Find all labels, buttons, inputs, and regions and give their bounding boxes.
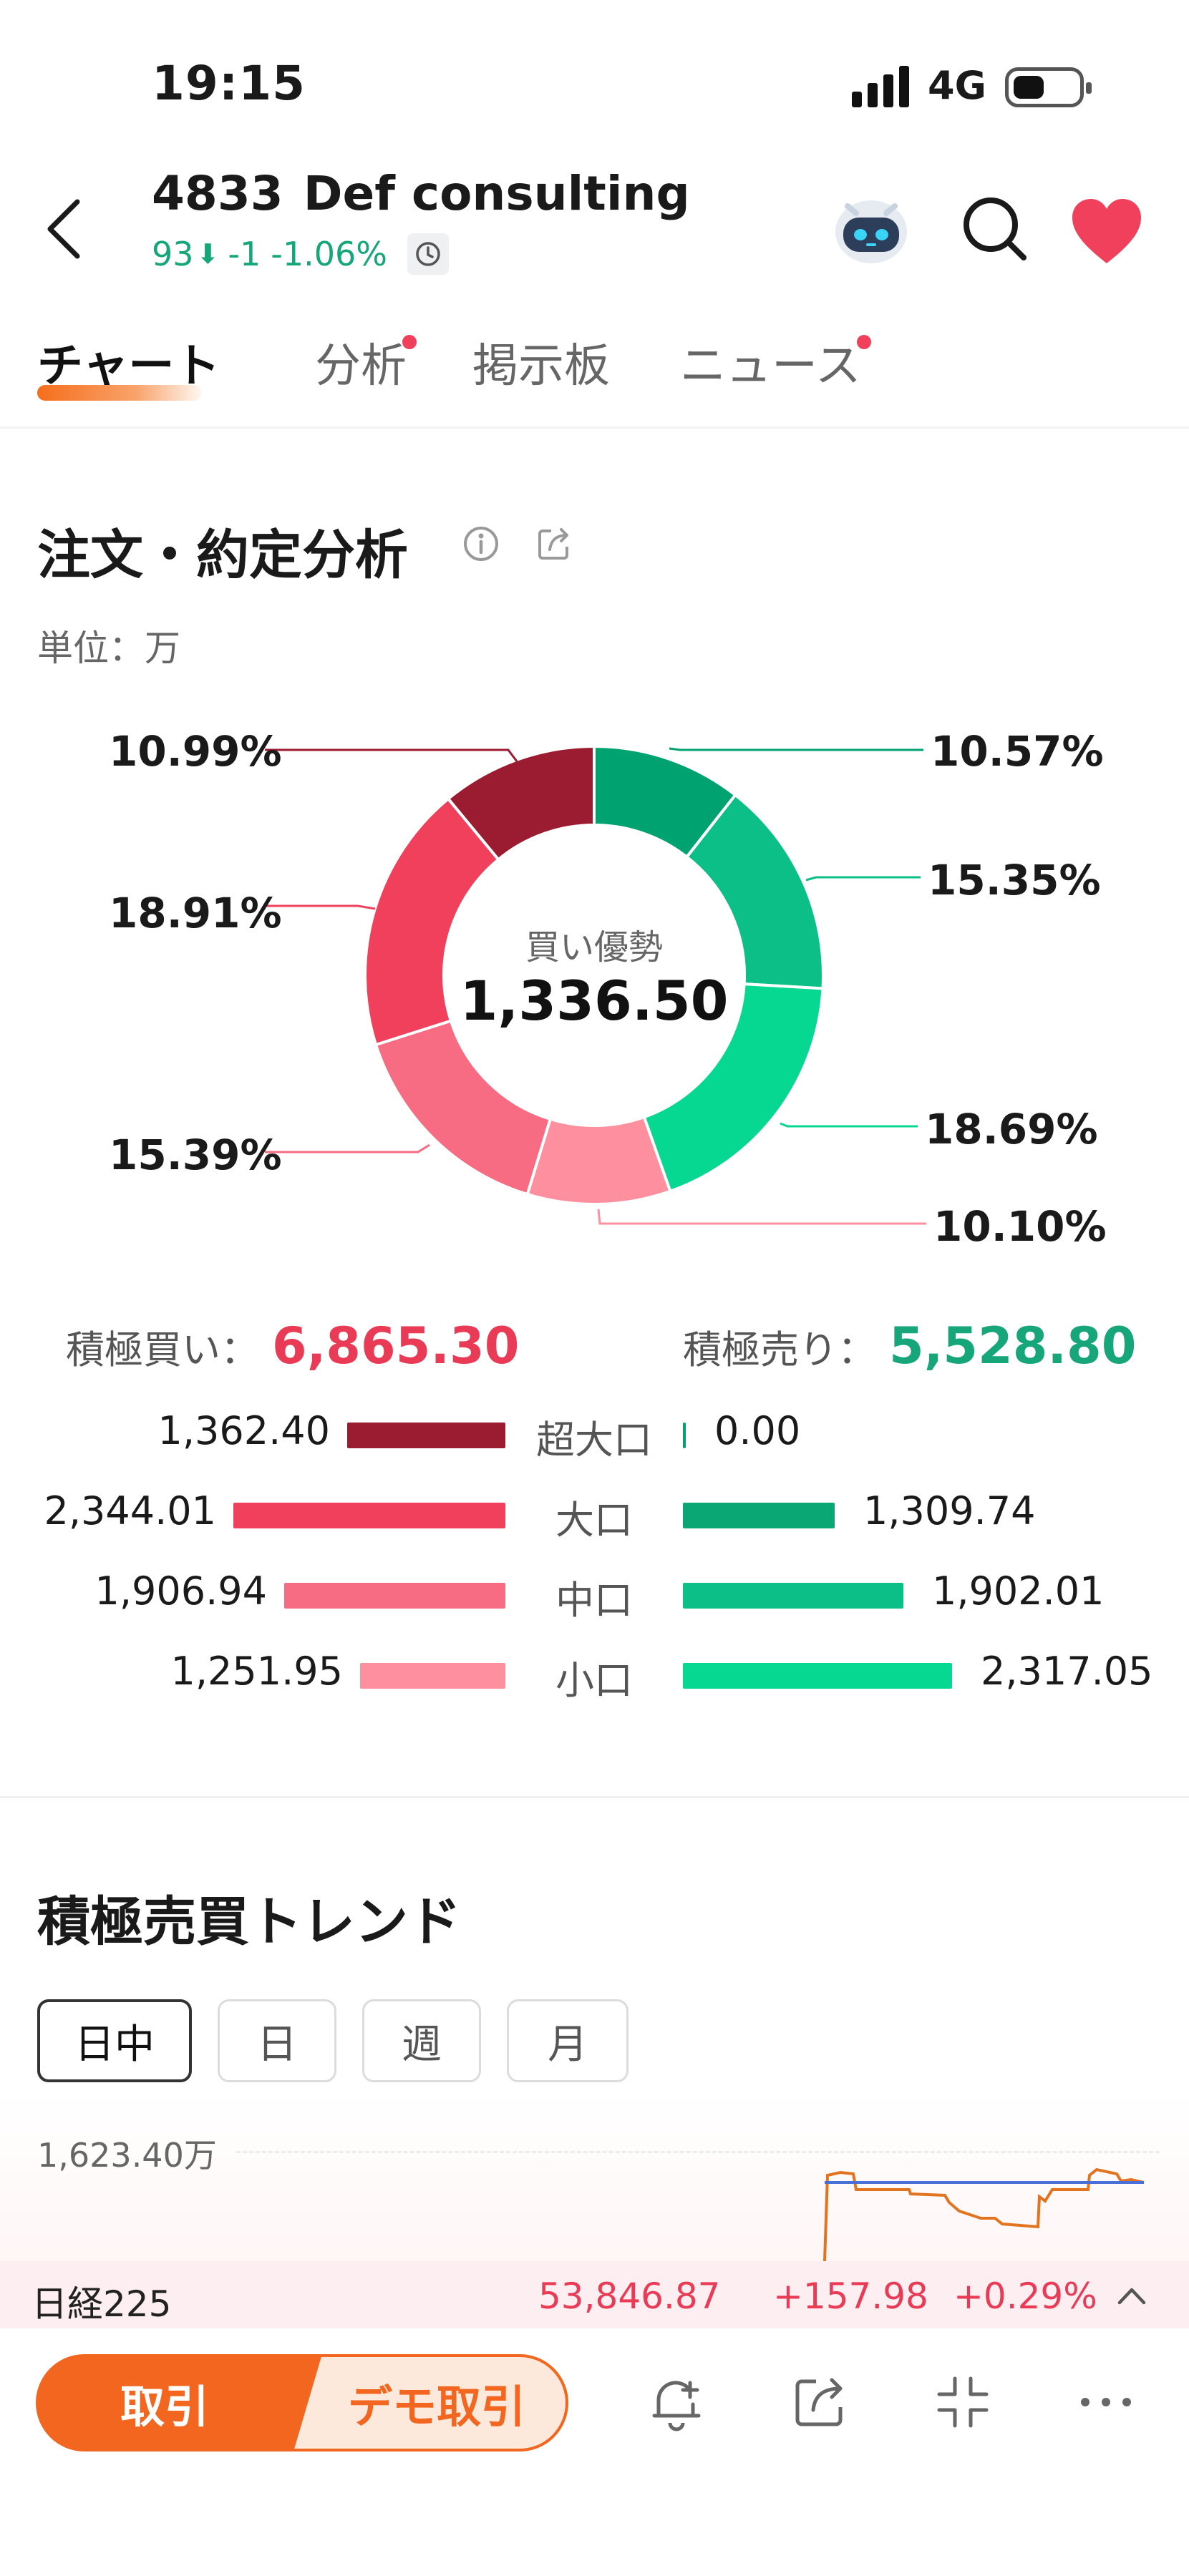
- info-icon[interactable]: [461, 524, 501, 564]
- order-size-label: 大口: [555, 1498, 633, 1543]
- index-name: 日経225: [31, 2283, 172, 2325]
- sell-amount: 2,317.05: [981, 1649, 1153, 1694]
- order-size-label: 超大口: [536, 1418, 652, 1463]
- unit-label: 単位：万: [37, 628, 180, 669]
- collapse-icon[interactable]: [931, 2370, 995, 2434]
- trade-label: 取引: [120, 2381, 209, 2433]
- favorite-heart-icon[interactable]: [1069, 196, 1144, 268]
- stock-price: 93: [152, 235, 194, 273]
- period-month-button[interactable]: 月: [507, 1999, 629, 2082]
- demo-trade-label: デモ取引: [347, 2381, 525, 2433]
- sell-summary-value: 5,528.80: [889, 1317, 1137, 1375]
- search-icon[interactable]: [959, 193, 1031, 265]
- more-icon[interactable]: [1074, 2370, 1138, 2434]
- buy-bar: [347, 1423, 505, 1448]
- buy-summary: 積極買い： 6,865.30: [66, 1317, 519, 1375]
- slice-label-large-buy: 10.57%: [931, 727, 1104, 776]
- tab-news-label: ニュース: [680, 340, 861, 393]
- trend-line-chart: [823, 2167, 1145, 2261]
- trend-gridline: [236, 2151, 1160, 2153]
- leader-big-sell: [265, 748, 518, 762]
- sell-bar: [683, 1663, 952, 1689]
- index-change-pct: +0.29%: [953, 2275, 1097, 2317]
- sell-amount: 0.00: [714, 1408, 801, 1453]
- tab-analysis-label: 分析: [315, 340, 407, 393]
- buy-bar: [284, 1583, 505, 1609]
- sell-bar: [683, 1503, 835, 1528]
- stock-title: 4833 Def consulting: [152, 166, 690, 221]
- down-arrow-icon: ⬇: [196, 238, 220, 270]
- notification-dot: [856, 335, 871, 349]
- tab-news[interactable]: ニュース: [680, 329, 871, 395]
- buy-summary-value: 6,865.30: [272, 1317, 520, 1375]
- clock-icon[interactable]: [407, 233, 449, 275]
- sell-amount: 1,309.74: [863, 1488, 1036, 1533]
- period-week-button[interactable]: 週: [362, 1999, 481, 2082]
- tab-board[interactable]: 掲示板: [472, 329, 610, 395]
- buy-bar: [233, 1503, 505, 1528]
- notification-dot: [402, 335, 417, 349]
- slice-label-big-sell: 10.99%: [109, 727, 282, 776]
- buy-amount: 1,362.40: [157, 1408, 330, 1453]
- stock-name: Def consulting: [303, 166, 690, 221]
- slice-label-medium-buy: 15.35%: [928, 856, 1101, 904]
- leader-medium-sell: [265, 1143, 430, 1153]
- chevron-up-icon[interactable]: [1114, 2278, 1150, 2314]
- leader-medium-buy: [805, 876, 921, 882]
- ai-assistant-icon[interactable]: [832, 190, 911, 269]
- buy-amount: 1,906.94: [94, 1568, 267, 1614]
- donut-center-label: 買い優勢: [525, 927, 663, 967]
- add-alert-icon[interactable]: [644, 2370, 709, 2434]
- divider: [0, 1796, 1189, 1798]
- battery-icon: [1005, 67, 1092, 107]
- share-icon[interactable]: [534, 524, 574, 564]
- status-bar: 19:15 4G: [0, 0, 1189, 165]
- slice-label-small-buy: 18.69%: [925, 1105, 1098, 1153]
- order-size-label: 小口: [555, 1658, 633, 1703]
- network-label: 4G: [928, 63, 986, 108]
- slice-label-medium-sell: 15.39%: [109, 1131, 282, 1179]
- leader-small-buy: [780, 1122, 918, 1128]
- tab-analysis[interactable]: 分析: [315, 329, 417, 395]
- period-day-button[interactable]: 日: [218, 1999, 336, 2082]
- tab-board-label: 掲示板: [472, 340, 610, 393]
- donut-slice-small-sell: [525, 1115, 672, 1206]
- buy-summary-label: 積極買い：: [66, 1327, 259, 1372]
- status-time: 19:15: [152, 56, 306, 111]
- stock-change: -1: [228, 235, 261, 273]
- leader-small-sell: [597, 1209, 926, 1225]
- donut-center-value: 1,336.50: [460, 969, 729, 1033]
- slice-label-large-sell: 18.91%: [109, 889, 282, 937]
- sell-bar: [683, 1583, 903, 1609]
- stock-change-pct: -1.06%: [271, 235, 387, 273]
- share-icon[interactable]: [787, 2370, 852, 2434]
- back-icon[interactable]: [37, 193, 94, 265]
- buy-bar: [360, 1663, 505, 1689]
- order-analysis-title: 注文・約定分析: [37, 525, 408, 586]
- buy-amount: 2,344.01: [44, 1488, 216, 1533]
- sell-amount: 1,902.01: [932, 1568, 1105, 1614]
- sell-bar: [683, 1423, 686, 1448]
- trend-title: 積極売買トレンド: [37, 1891, 461, 1953]
- active-tab-indicator: [37, 385, 202, 401]
- leader-large-buy: [669, 747, 923, 751]
- tab-bar: チャート 分析 掲示板 ニュース: [0, 315, 1189, 422]
- stock-code: 4833: [152, 166, 283, 221]
- donut-slice-medium-sell: [374, 1019, 553, 1196]
- sell-summary-label: 積極売り：: [683, 1327, 876, 1372]
- trend-y-max-label: 1,623.40万: [37, 2136, 217, 2175]
- divider: [0, 426, 1189, 429]
- index-value: 53,846.87: [538, 2275, 721, 2317]
- stock-quote: 93 ⬇ -1 -1.06%: [152, 233, 449, 275]
- index-change: +157.98: [773, 2275, 928, 2317]
- sell-summary: 積極売り： 5,528.80: [683, 1317, 1136, 1375]
- period-intraday-button[interactable]: 日中: [37, 1999, 192, 2082]
- buy-amount: 1,251.95: [170, 1649, 343, 1694]
- signal-icon: [852, 66, 911, 107]
- order-size-label: 中口: [555, 1578, 633, 1623]
- slice-label-small-sell: 10.10%: [933, 1202, 1107, 1251]
- index-ticker-bar[interactable]: 日経225 53,846.87 +157.98 +0.29%: [0, 2261, 1189, 2328]
